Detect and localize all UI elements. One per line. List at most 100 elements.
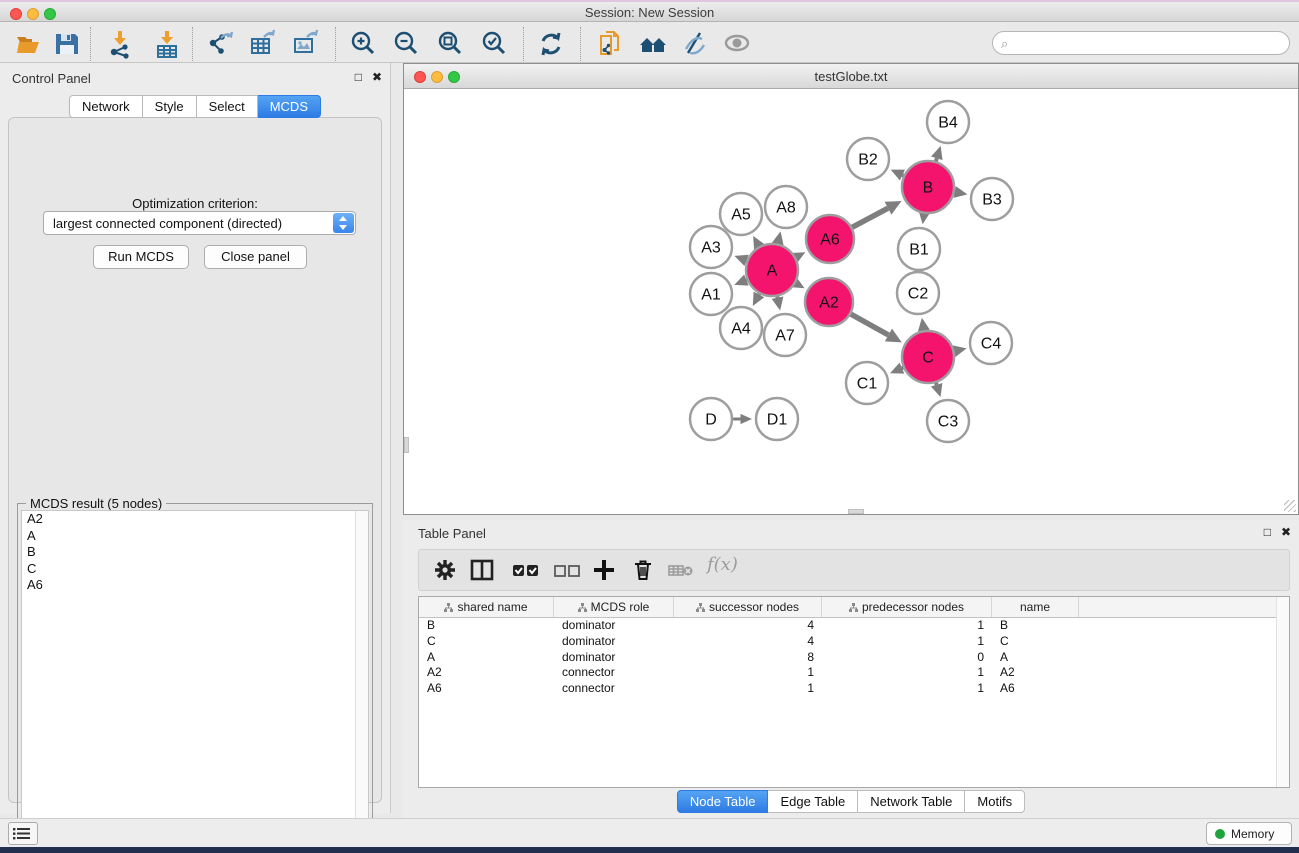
table-scrollbar[interactable]	[1276, 597, 1289, 787]
table-cell[interactable]: B	[992, 618, 1079, 634]
open-file-icon[interactable]	[14, 29, 44, 59]
splitter-handle-left[interactable]	[404, 437, 409, 453]
table-cell[interactable]: dominator	[554, 618, 674, 634]
save-session-icon[interactable]	[52, 29, 82, 59]
graph-edge-A2-C[interactable]	[851, 314, 889, 335]
result-item[interactable]: A	[22, 528, 368, 545]
node-table[interactable]: shared nameMCDS rolesuccessor nodesprede…	[418, 596, 1290, 788]
table-settings-gear-icon[interactable]	[432, 557, 458, 583]
tab-edge-table[interactable]: Edge Table	[768, 790, 858, 813]
result-item[interactable]: C	[22, 561, 368, 578]
table-cell[interactable]: 1	[822, 634, 992, 650]
table-cell[interactable]: 1	[822, 665, 992, 681]
result-item[interactable]: A6	[22, 577, 368, 594]
table-cell[interactable]: 0	[822, 650, 992, 666]
column-header-shared-name[interactable]: shared name	[419, 597, 554, 617]
column-header-successor-nodes[interactable]: successor nodes	[674, 597, 822, 617]
select-all-icon[interactable]	[511, 557, 541, 583]
search-input[interactable]: ⌕	[992, 31, 1290, 55]
hide-labels-icon[interactable]	[680, 29, 710, 59]
add-column-icon[interactable]	[591, 557, 617, 583]
tab-select[interactable]: Select	[197, 95, 258, 118]
table-cell[interactable]: C	[992, 634, 1079, 650]
table-cell[interactable]: A2	[992, 665, 1079, 681]
result-list-scrollbar[interactable]	[355, 511, 368, 842]
criterion-dropdown[interactable]: largest connected component (directed)	[43, 211, 356, 235]
table-cell[interactable]: 8	[674, 650, 822, 666]
column-header-name[interactable]: name	[992, 597, 1079, 617]
table-cell[interactable]: connector	[554, 665, 674, 681]
zoom-selected-icon[interactable]	[479, 29, 509, 59]
zoom-in-icon[interactable]	[348, 29, 378, 59]
column-header-MCDS-role[interactable]: MCDS role	[554, 597, 674, 617]
table-row[interactable]: A6connector11A6	[419, 681, 1289, 697]
graph-node-label: C4	[981, 336, 1002, 353]
table-cell[interactable]: dominator	[554, 650, 674, 666]
close-panel-button[interactable]: Close panel	[204, 245, 307, 269]
zoom-out-icon[interactable]	[391, 29, 421, 59]
close-panel-icon[interactable]: ✖	[372, 70, 382, 84]
deselect-all-icon[interactable]	[552, 557, 582, 583]
table-cell[interactable]: A	[992, 650, 1079, 666]
tab-style[interactable]: Style	[143, 95, 197, 118]
table-cell[interactable]: B	[419, 618, 554, 634]
resize-grip-icon[interactable]	[1284, 500, 1296, 512]
result-item[interactable]: A2	[22, 511, 368, 528]
table-cell[interactable]: connector	[554, 681, 674, 697]
result-item[interactable]: B	[22, 544, 368, 561]
export-table-icon[interactable]	[248, 29, 278, 59]
graph-edge-B-B4[interactable]	[936, 158, 937, 161]
network-graph[interactable]: B4B2BB3A8A5A6B1A3AA1C2A2A4A7C4CC1C3DD1	[404, 90, 1298, 515]
tab-node-table[interactable]: Node Table	[677, 790, 769, 813]
table-row[interactable]: Bdominator41B	[419, 618, 1289, 634]
network-window-titlebar[interactable]: testGlobe.txt	[404, 64, 1298, 89]
clone-network-icon[interactable]	[596, 29, 626, 59]
tab-mcds[interactable]: MCDS	[258, 95, 321, 118]
table-cell[interactable]: A6	[992, 681, 1079, 697]
splitter-handle-bottom[interactable]	[848, 509, 864, 514]
table-cell[interactable]: A	[419, 650, 554, 666]
tab-motifs[interactable]: Motifs	[965, 790, 1025, 813]
table-row[interactable]: Adominator80A	[419, 650, 1289, 666]
table-cell[interactable]: 1	[822, 681, 992, 697]
close-panel-icon[interactable]: ✖	[1281, 525, 1291, 539]
table-cell[interactable]: A6	[419, 681, 554, 697]
tab-network-table[interactable]: Network Table	[858, 790, 965, 813]
toolbar-separator	[523, 27, 524, 61]
tab-network[interactable]: Network	[69, 95, 143, 118]
refresh-icon[interactable]	[536, 29, 566, 59]
table-cell[interactable]: dominator	[554, 634, 674, 650]
zoom-fit-icon[interactable]	[435, 29, 465, 59]
import-network-icon[interactable]	[105, 29, 135, 59]
float-panel-icon[interactable]: □	[1264, 525, 1271, 539]
graph-edge-arrowhead	[931, 383, 942, 397]
export-image-icon[interactable]	[291, 29, 321, 59]
table-cell[interactable]: C	[419, 634, 554, 650]
column-header-predecessor-nodes[interactable]: predecessor nodes	[822, 597, 992, 617]
delete-column-icon[interactable]	[630, 557, 656, 583]
mcds-result-list[interactable]: A2ABCA6	[21, 510, 369, 843]
table-cell[interactable]: 4	[674, 634, 822, 650]
memory-button[interactable]: Memory	[1206, 822, 1292, 845]
network-canvas[interactable]: B4B2BB3A8A5A6B1A3AA1C2A2A4A7C4CC1C3DD1	[404, 90, 1298, 514]
table-cell[interactable]: 4	[674, 618, 822, 634]
run-mcds-button[interactable]: Run MCDS	[93, 245, 189, 269]
table-cell[interactable]: A2	[419, 665, 554, 681]
table-row[interactable]: Cdominator41C	[419, 634, 1289, 650]
import-table-icon[interactable]	[152, 29, 182, 59]
delete-table-icon[interactable]	[667, 557, 695, 583]
graph-edge-C-C3[interactable]	[936, 383, 937, 385]
table-cell[interactable]: 1	[674, 681, 822, 697]
graph-edge-A6-B[interactable]	[852, 208, 888, 227]
column-view-icon[interactable]	[469, 557, 495, 583]
function-builder-icon[interactable]: f(x)	[707, 554, 738, 580]
table-cell[interactable]: 1	[822, 618, 992, 634]
first-neighbors-icon[interactable]	[638, 29, 668, 59]
table-row[interactable]: A2connector11A2	[419, 665, 1289, 681]
show-graphics-icon[interactable]	[722, 29, 752, 59]
export-network-icon[interactable]	[206, 29, 236, 59]
task-history-button[interactable]	[8, 822, 38, 845]
graph-edge-arrowhead	[931, 146, 942, 160]
float-panel-icon[interactable]: □	[355, 70, 362, 84]
table-cell[interactable]: 1	[674, 665, 822, 681]
